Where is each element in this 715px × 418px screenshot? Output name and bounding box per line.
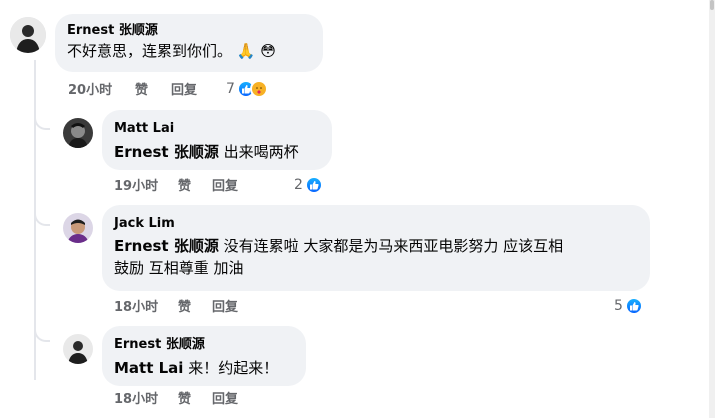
comment-text: Ernest 张顺源 出来喝两杯 [114,141,320,163]
reaction-summary[interactable]: 7 [226,80,268,98]
tagged-user[interactable]: Matt Lai [114,359,183,377]
avatar[interactable] [63,334,93,364]
avatar[interactable] [63,118,93,148]
timestamp[interactable]: 20小时 [68,82,135,100]
reply-button[interactable]: 回复 [212,299,238,317]
like-button[interactable]: 赞 [178,391,212,409]
comment-bubble: Jack Lim Ernest 张顺源 没有连累啦 大家都是为马来西亚电影努力 … [102,205,650,291]
comment-actions: 18小时 赞 回复 [114,391,238,409]
comment-author[interactable]: Ernest 张顺源 [67,22,311,40]
comment-author[interactable]: Jack Lim [114,215,638,233]
timestamp[interactable]: 18小时 [114,391,178,409]
avatar[interactable] [63,213,93,243]
praying-hands-emoji: 🙏 [236,42,256,60]
tagged-user[interactable]: Ernest 张顺源 [114,143,219,161]
comment-actions: 18小时 赞 回复 [114,299,238,317]
timestamp[interactable]: 18小时 [114,299,178,317]
reply-comment: Matt Lai Ernest 张顺源 出来喝两杯 19小时 赞 回复 2 [0,110,715,205]
like-icon [624,297,643,315]
reply-comment: Ernest 张顺源 Matt Lai 来！约起来！ 18小时 赞 回复 [0,325,715,418]
reply-comment: Jack Lim Ernest 张顺源 没有连累啦 大家都是为马来西亚电影努力 … [0,205,715,320]
flushed-face-emoji: 😳 [260,42,276,60]
comment-body: 来！约起来！ [188,359,279,377]
like-icon [304,176,323,194]
scrollbar[interactable] [709,0,715,418]
comment-body: 不好意思，连累到你们。 [67,42,233,60]
comment-bubble: Ernest 张顺源 Matt Lai 来！约起来！ [102,326,306,386]
reaction-summary[interactable]: 2 [294,176,323,194]
comment-actions: 20小时 赞 回复 [68,82,197,100]
comment-body: 出来喝两杯 [223,143,299,161]
tagged-user[interactable]: Ernest 张顺源 [114,237,219,255]
reaction-count: 7 [226,81,235,97]
comment-text: Ernest 张顺源 没有连累啦 大家都是为马来西亚电影努力 应该互相 [114,235,638,257]
reaction-summary[interactable]: 5 [614,297,643,315]
avatar[interactable] [10,17,46,53]
comment-author[interactable]: Matt Lai [114,120,320,138]
comment: Ernest 张顺源 不好意思，连累到你们。 🙏 😳 20小时 赞 回复 7 [0,0,715,110]
care-icon [249,80,268,98]
timestamp[interactable]: 19小时 [114,178,178,196]
comment-author[interactable]: Ernest 张顺源 [114,336,294,354]
like-button[interactable]: 赞 [178,178,212,196]
comment-text: Matt Lai 来！约起来！ [114,357,294,379]
comment-text-line2: 鼓励 互相尊重 加油 [114,259,244,277]
comment-bubble: Ernest 张顺源 不好意思，连累到你们。 🙏 😳 [55,14,323,72]
scrollbar-thumb[interactable] [710,0,714,10]
reply-button[interactable]: 回复 [212,178,238,196]
comment-body: 没有连累啦 大家都是为马来西亚电影努力 应该互相 [223,237,564,255]
reaction-count: 2 [294,177,303,193]
like-button[interactable]: 赞 [135,82,171,100]
reaction-count: 5 [614,298,623,314]
reply-button[interactable]: 回复 [171,82,197,100]
like-button[interactable]: 赞 [178,299,212,317]
reply-button[interactable]: 回复 [212,391,238,409]
comment-text: 不好意思，连累到你们。 🙏 😳 [67,40,311,62]
comment-actions: 19小时 赞 回复 [114,178,238,196]
comment-bubble: Matt Lai Ernest 张顺源 出来喝两杯 [102,110,332,170]
